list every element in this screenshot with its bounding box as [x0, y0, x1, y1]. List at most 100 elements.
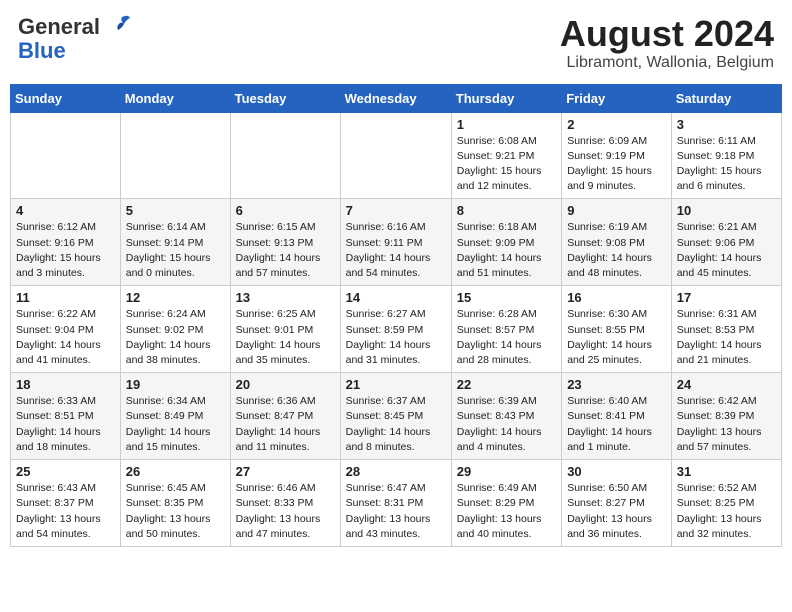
calendar-cell: 14 Sunrise: 6:27 AMSunset: 8:59 PMDayligh…	[340, 286, 451, 373]
weekday-header-saturday: Saturday	[671, 84, 781, 112]
calendar-cell: 20 Sunrise: 6:36 AMSunset: 8:47 PMDayligh…	[230, 373, 340, 460]
day-info-text: Sunrise: 6:34 AMSunset: 8:49 PMDaylight:…	[126, 394, 225, 455]
day-number: 14	[346, 290, 446, 305]
weekday-header-friday: Friday	[562, 84, 672, 112]
calendar-cell: 27 Sunrise: 6:46 AMSunset: 8:33 PMDayligh…	[230, 460, 340, 547]
calendar-week-row: 4Sunrise: 6:12 AMSunset: 9:16 PMDaylight…	[11, 199, 782, 286]
calendar-cell: 22 Sunrise: 6:39 AMSunset: 8:43 PMDayligh…	[451, 373, 561, 460]
day-number: 5	[126, 203, 225, 218]
day-info-text: Sunrise: 6:46 AMSunset: 8:33 PMDaylight:…	[236, 481, 335, 542]
calendar-cell: 5 Sunrise: 6:14 AMSunset: 9:14 PMDaylight…	[120, 199, 230, 286]
calendar-cell: 31 Sunrise: 6:52 AMSunset: 8:25 PMDayligh…	[671, 460, 781, 547]
calendar-cell: 30 Sunrise: 6:50 AMSunset: 8:27 PMDayligh…	[562, 460, 672, 547]
calendar-cell	[11, 112, 121, 199]
calendar-cell	[120, 112, 230, 199]
day-number: 9	[567, 203, 666, 218]
day-info-text: Sunrise: 6:15 AMSunset: 9:13 PMDaylight:…	[236, 220, 335, 281]
calendar-cell	[340, 112, 451, 199]
calendar-week-row: 25Sunrise: 6:43 AMSunset: 8:37 PMDayligh…	[11, 460, 782, 547]
calendar-cell: 6 Sunrise: 6:15 AMSunset: 9:13 PMDaylight…	[230, 199, 340, 286]
calendar-cell: 24 Sunrise: 6:42 AMSunset: 8:39 PMDayligh…	[671, 373, 781, 460]
day-number: 8	[457, 203, 556, 218]
day-info-text: Sunrise: 6:28 AMSunset: 8:57 PMDaylight:…	[457, 307, 556, 368]
weekday-header-row: SundayMondayTuesdayWednesdayThursdayFrid…	[11, 84, 782, 112]
day-number: 24	[677, 377, 776, 392]
calendar-cell: 13Sunrise: 6:25 AMSunset: 9:01 PMDayligh…	[230, 286, 340, 373]
calendar-week-row: 18Sunrise: 6:33 AMSunset: 8:51 PMDayligh…	[11, 373, 782, 460]
calendar-cell: 29 Sunrise: 6:49 AMSunset: 8:29 PMDayligh…	[451, 460, 561, 547]
calendar-cell: 15 Sunrise: 6:28 AMSunset: 8:57 PMDayligh…	[451, 286, 561, 373]
weekday-header-wednesday: Wednesday	[340, 84, 451, 112]
day-number: 16	[567, 290, 666, 305]
day-info-text: Sunrise: 6:11 AMSunset: 9:18 PMDaylight:…	[677, 134, 776, 195]
day-info-text: Sunrise: 6:22 AMSunset: 9:04 PMDaylight:…	[16, 307, 115, 368]
day-number: 12	[126, 290, 225, 305]
calendar-cell: 12Sunrise: 6:24 AMSunset: 9:02 PMDayligh…	[120, 286, 230, 373]
day-info-text: Sunrise: 6:49 AMSunset: 8:29 PMDaylight:…	[457, 481, 556, 542]
header: General Blue August 2024 Libramont, Wall…	[10, 10, 782, 76]
day-number: 15	[457, 290, 556, 305]
day-info-text: Sunrise: 6:47 AMSunset: 8:31 PMDaylight:…	[346, 481, 446, 542]
day-number: 6	[236, 203, 335, 218]
day-info-text: Sunrise: 6:52 AMSunset: 8:25 PMDaylight:…	[677, 481, 776, 542]
logo-bird-icon	[102, 12, 132, 40]
logo-general: General	[18, 14, 100, 40]
calendar-cell: 3 Sunrise: 6:11 AMSunset: 9:18 PMDaylight…	[671, 112, 781, 199]
calendar-week-row: 1Sunrise: 6:08 AMSunset: 9:21 PMDaylight…	[11, 112, 782, 199]
weekday-header-sunday: Sunday	[11, 84, 121, 112]
calendar-cell: 18Sunrise: 6:33 AMSunset: 8:51 PMDayligh…	[11, 373, 121, 460]
calendar-table: SundayMondayTuesdayWednesdayThursdayFrid…	[10, 84, 782, 547]
calendar-cell: 17Sunrise: 6:31 AMSunset: 8:53 PMDayligh…	[671, 286, 781, 373]
day-number: 13	[236, 290, 335, 305]
day-number: 26	[126, 464, 225, 479]
day-info-text: Sunrise: 6:36 AMSunset: 8:47 PMDaylight:…	[236, 394, 335, 455]
day-info-text: Sunrise: 6:42 AMSunset: 8:39 PMDaylight:…	[677, 394, 776, 455]
calendar-cell: 1Sunrise: 6:08 AMSunset: 9:21 PMDaylight…	[451, 112, 561, 199]
day-info-text: Sunrise: 6:39 AMSunset: 8:43 PMDaylight:…	[457, 394, 556, 455]
calendar-cell: 28Sunrise: 6:47 AMSunset: 8:31 PMDayligh…	[340, 460, 451, 547]
day-number: 22	[457, 377, 556, 392]
day-number: 25	[16, 464, 115, 479]
day-number: 20	[236, 377, 335, 392]
day-info-text: Sunrise: 6:30 AMSunset: 8:55 PMDaylight:…	[567, 307, 666, 368]
day-number: 17	[677, 290, 776, 305]
day-info-text: Sunrise: 6:16 AMSunset: 9:11 PMDaylight:…	[346, 220, 446, 281]
day-number: 29	[457, 464, 556, 479]
day-number: 31	[677, 464, 776, 479]
day-info-text: Sunrise: 6:45 AMSunset: 8:35 PMDaylight:…	[126, 481, 225, 542]
day-info-text: Sunrise: 6:33 AMSunset: 8:51 PMDaylight:…	[16, 394, 115, 455]
day-number: 11	[16, 290, 115, 305]
day-info-text: Sunrise: 6:09 AMSunset: 9:19 PMDaylight:…	[567, 134, 666, 195]
calendar-cell: 26 Sunrise: 6:45 AMSunset: 8:35 PMDayligh…	[120, 460, 230, 547]
day-number: 23	[567, 377, 666, 392]
day-info-text: Sunrise: 6:08 AMSunset: 9:21 PMDaylight:…	[457, 134, 556, 195]
day-info-text: Sunrise: 6:50 AMSunset: 8:27 PMDaylight:…	[567, 481, 666, 542]
day-number: 3	[677, 117, 776, 132]
calendar-cell: 2 Sunrise: 6:09 AMSunset: 9:19 PMDaylight…	[562, 112, 672, 199]
logo: General Blue	[18, 14, 132, 62]
day-number: 4	[16, 203, 115, 218]
calendar-week-row: 11 Sunrise: 6:22 AMSunset: 9:04 PMDayligh…	[11, 286, 782, 373]
calendar-cell	[230, 112, 340, 199]
calendar-cell: 4Sunrise: 6:12 AMSunset: 9:16 PMDaylight…	[11, 199, 121, 286]
logo-blue: Blue	[18, 40, 66, 62]
day-info-text: Sunrise: 6:18 AMSunset: 9:09 PMDaylight:…	[457, 220, 556, 281]
calendar-cell: 23 Sunrise: 6:40 AMSunset: 8:41 PMDayligh…	[562, 373, 672, 460]
day-number: 30	[567, 464, 666, 479]
calendar-cell: 7 Sunrise: 6:16 AMSunset: 9:11 PMDaylight…	[340, 199, 451, 286]
day-info-text: Sunrise: 6:19 AMSunset: 9:08 PMDaylight:…	[567, 220, 666, 281]
day-info-text: Sunrise: 6:27 AMSunset: 8:59 PMDaylight:…	[346, 307, 446, 368]
weekday-header-thursday: Thursday	[451, 84, 561, 112]
day-number: 21	[346, 377, 446, 392]
month-year-title: August 2024	[560, 14, 774, 54]
calendar-cell: 25Sunrise: 6:43 AMSunset: 8:37 PMDayligh…	[11, 460, 121, 547]
calendar-cell: 19Sunrise: 6:34 AMSunset: 8:49 PMDayligh…	[120, 373, 230, 460]
day-info-text: Sunrise: 6:40 AMSunset: 8:41 PMDaylight:…	[567, 394, 666, 455]
day-info-text: Sunrise: 6:14 AMSunset: 9:14 PMDaylight:…	[126, 220, 225, 281]
calendar-cell: 11 Sunrise: 6:22 AMSunset: 9:04 PMDayligh…	[11, 286, 121, 373]
day-number: 27	[236, 464, 335, 479]
calendar-cell: 8 Sunrise: 6:18 AMSunset: 9:09 PMDaylight…	[451, 199, 561, 286]
day-number: 7	[346, 203, 446, 218]
calendar-cell: 21Sunrise: 6:37 AMSunset: 8:45 PMDayligh…	[340, 373, 451, 460]
day-number: 2	[567, 117, 666, 132]
